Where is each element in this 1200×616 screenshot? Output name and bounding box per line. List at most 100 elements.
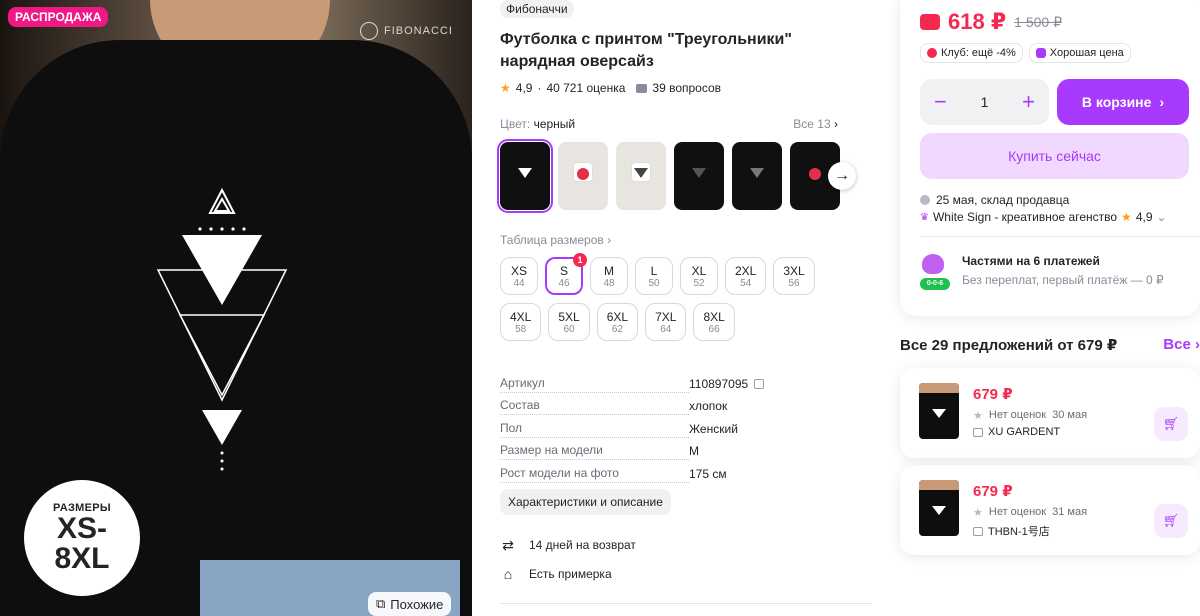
rating-row[interactable]: ★ 4,9 · 40 721 оценка 39 вопросов [500,81,721,95]
reviews-count[interactable]: 40 721 оценка [546,81,625,95]
offer-image-skin [919,480,959,490]
color-thumbnails [497,139,840,213]
size-option[interactable]: 8XL 66 [693,303,735,341]
size-ru: 44 [513,277,525,289]
size-name: 5XL [558,309,580,324]
color-thumb-1[interactable] [497,139,553,213]
color-thumb-3[interactable] [616,142,666,210]
quantity-minus-button[interactable]: − [934,89,947,115]
color-label: Цвет: [500,117,531,131]
shop-icon [973,427,983,437]
sale-badge: РАСПРОДАЖА [8,7,109,27]
spec-row: Артикул 110897095 [500,370,872,393]
spec-key-text: Рост модели на фото [500,465,623,480]
color-thumb-2[interactable] [558,142,608,210]
size-ru: 56 [788,277,800,289]
price-card: 618 ₽ 1 500 ₽ Клуб: ещё -4% Хорошая цена… [900,0,1200,316]
thumbnails-next-button[interactable]: → [828,162,856,190]
size-option[interactable]: L 50 [635,257,673,295]
quantity-plus-button[interactable]: + [1022,89,1035,115]
similar-button[interactable]: ⧉ Похожие [368,592,452,616]
divider [500,603,872,604]
delivery-text: 25 мая, склад продавца [936,193,1070,207]
buy-now-button[interactable]: Купить сейчас [920,133,1189,179]
cart-count-badge: 1 [573,253,587,267]
spec-row: Размер на модели M [500,438,872,460]
offers-title: Все 29 предложений от 679 ₽ [900,337,1118,354]
size-name: 6XL [606,309,629,324]
flower-icon [922,254,944,274]
product-title-line-2: нарядная оверсайз [500,53,654,70]
offer-meta: ★ Нет оценок 30 мая [973,409,1087,422]
color-thumb-4[interactable] [674,142,724,210]
size-option[interactable]: 7XL 64 [645,303,687,341]
size-option[interactable]: 6XL 62 [596,303,639,341]
size-name: XS [510,263,527,278]
spec-key: Рост модели на фото [500,465,689,483]
size-option[interactable]: M 48 [590,257,628,295]
color-thumb-5[interactable] [732,142,782,210]
offer-card[interactable]: 679 ₽ ★ Нет оценок 30 мая XU GARDENT 🛒︎ [900,368,1200,458]
size-name: L [650,263,658,278]
spec-key: Размер на модели [500,443,689,460]
size-table-text: Таблица размеров [500,233,604,247]
spec-key: Артикул [500,375,689,393]
in-cart-button[interactable]: В корзине › [1057,79,1189,125]
size-name: 7XL [655,309,677,324]
product-gallery[interactable]: РАСПРОДАЖА FIBONACCI РАЗМЕРЫ XS- 8XL ⧉ П… [0,0,472,616]
seller-rating: 4,9 [1135,210,1153,224]
club-icon [927,48,937,58]
brand-tag[interactable]: Фибоначчи [500,0,574,18]
chevron-down-icon: ⌄ [1156,210,1167,224]
thumb-print [750,168,764,178]
add-to-cart-button[interactable]: 🛒︎ [1154,407,1188,441]
return-text: 14 дней на возврат [529,538,636,552]
offer-image-print [932,506,946,515]
size-option[interactable]: 4XL 58 [500,303,542,341]
size-ru: 52 [693,277,705,289]
offer-price: 679 ₽ [973,386,1013,403]
seller-link[interactable]: ♛ White Sign - креативное агенство ★ 4,9… [920,210,1167,224]
copy-icon[interactable] [754,378,765,389]
specs-table: Артикул 110897095 Состав хлопок Пол Женский… [500,370,872,483]
size-name: 3XL [783,263,805,278]
description-button[interactable]: Характеристики и описание [500,489,671,515]
size-table-link[interactable]: Таблица размеров › [500,233,611,247]
seller-name: White Sign - креативное агенство [932,210,1118,224]
offer-seller-name: XU GARDENT [988,426,1061,438]
club-chip[interactable]: Клуб: ещё -4% [920,43,1023,63]
wallet-icon [920,14,940,30]
size-name: 8XL [703,309,725,324]
installments-text: Частями на 6 платежей Без переплат, перв… [962,254,1164,287]
spec-key-text: Артикул [500,375,549,390]
size-option[interactable]: 2XL 54 [725,257,767,295]
cart-icon: 🛒︎ [1162,416,1180,431]
questions-count[interactable]: 39 вопросов [652,81,721,95]
spec-row: Рост модели на фото 175 см [500,460,872,483]
size-option[interactable]: XL 52 [680,257,718,295]
price-chips: Клуб: ещё -4% Хорошая цена [920,43,1131,63]
star-icon: ★ [973,507,983,519]
offers-all-link[interactable]: Все › [1163,336,1200,354]
size-option[interactable]: 5XL 60 [548,303,590,341]
add-to-cart-button[interactable]: 🛒︎ [1154,504,1188,538]
installments-banner[interactable]: 0-0-6 Частями на 6 платежей Без переплат… [920,254,1164,290]
size-name: M [604,263,614,278]
chevron-right-icon: › [1159,94,1165,110]
size-name: XL [691,263,707,278]
color-all-link[interactable]: Все 13 › [793,117,838,131]
good-price-chip[interactable]: Хорошая цена [1028,43,1131,63]
size-option-selected[interactable]: S 46 1 [545,253,587,295]
size-option[interactable]: 3XL 56 [773,257,815,295]
fitting-text: Есть примерка [529,567,612,581]
club-chip-text: Клуб: ещё -4% [941,47,1016,59]
chevron-right-icon: › [1195,336,1200,353]
offer-card[interactable]: 679 ₽ ★ Нет оценок 31 мая THBN-1号店 🛒︎ [900,465,1200,555]
sizes-sticker: РАЗМЕРЫ XS- 8XL [24,480,140,596]
quantity-value: 1 [980,94,989,110]
brand-logo-text: FIBONACCI [384,25,453,37]
chevron-right-icon: › [834,117,838,131]
offer-seller: THBN-1号店 [973,523,1050,539]
offer-image-print [932,409,946,418]
size-option[interactable]: XS 44 [500,257,538,295]
